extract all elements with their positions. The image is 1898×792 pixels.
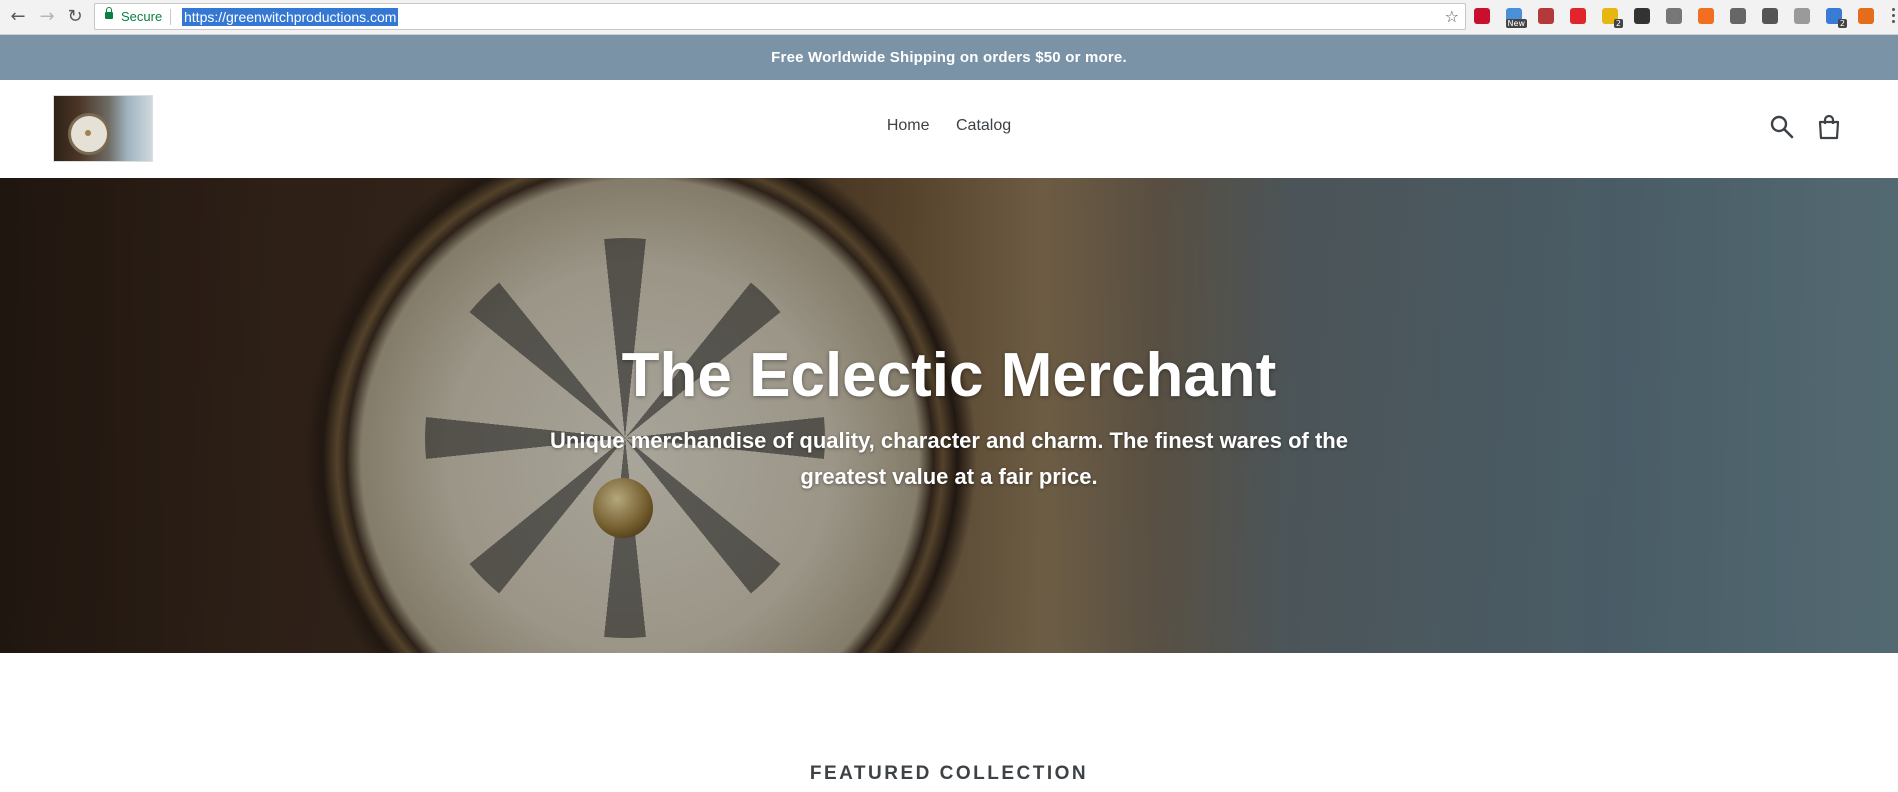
browser-toolbar: ← → ↻ Secure https://greenwitchproductio… bbox=[0, 0, 1898, 35]
announcement-text: Free Worldwide Shipping on orders $50 or… bbox=[771, 49, 1127, 66]
browser-menu-icon[interactable] bbox=[1892, 8, 1896, 26]
cloud-icon[interactable] bbox=[1794, 8, 1810, 24]
address-bar[interactable]: Secure https://greenwitchproductions.com… bbox=[94, 3, 1466, 30]
featured-collection-heading: FEATURED COLLECTION bbox=[809, 763, 1089, 784]
extension-badge: 2 bbox=[1613, 19, 1623, 28]
filter-icon[interactable] bbox=[1762, 8, 1778, 24]
site-header: Home Catalog bbox=[0, 80, 1898, 178]
search-icon[interactable] bbox=[1769, 114, 1795, 140]
exclamation-icon[interactable] bbox=[1634, 8, 1650, 24]
omnibox-divider bbox=[170, 9, 171, 25]
fox-icon[interactable] bbox=[1858, 8, 1874, 24]
nav-catalog-link[interactable]: Catalog bbox=[956, 117, 1011, 135]
opera-icon[interactable] bbox=[1570, 8, 1586, 24]
reload-icon[interactable]: ↻ bbox=[64, 6, 86, 28]
eye-icon[interactable] bbox=[1730, 8, 1746, 24]
lock-icon bbox=[105, 7, 113, 19]
b-icon[interactable] bbox=[1698, 8, 1714, 24]
bookmark-star-icon[interactable]: ☆ bbox=[1445, 7, 1459, 26]
hero-subtitle: Unique merchandise of quality, character… bbox=[550, 428, 1348, 489]
hero-banner: The Eclectic Merchant Unique merchandise… bbox=[0, 178, 1898, 653]
compass-image bbox=[300, 178, 980, 653]
hero-title: The Eclectic Merchant bbox=[621, 341, 1277, 410]
extension-badge: 2 bbox=[1837, 19, 1847, 28]
url-text[interactable]: https://greenwitchproductions.com bbox=[182, 8, 399, 26]
nav-home-link[interactable]: Home bbox=[887, 117, 930, 135]
forward-arrow-icon[interactable]: → bbox=[36, 6, 58, 28]
pdf-icon[interactable] bbox=[1538, 8, 1554, 24]
new-extension-icon[interactable]: New bbox=[1505, 8, 1527, 28]
window-icon[interactable] bbox=[1666, 8, 1682, 24]
announcement-bar: Free Worldwide Shipping on orders $50 or… bbox=[0, 35, 1898, 80]
extension-badge: New bbox=[1505, 19, 1527, 28]
cart-icon[interactable] bbox=[1816, 114, 1842, 140]
puzzle-icon[interactable]: 2 bbox=[1826, 8, 1847, 28]
abp-icon[interactable] bbox=[1474, 8, 1490, 24]
main-nav: Home Catalog bbox=[0, 117, 1898, 135]
notes-icon[interactable]: 2 bbox=[1602, 8, 1623, 28]
back-arrow-icon[interactable]: ← bbox=[7, 6, 29, 28]
secure-label: Secure bbox=[121, 9, 163, 24]
